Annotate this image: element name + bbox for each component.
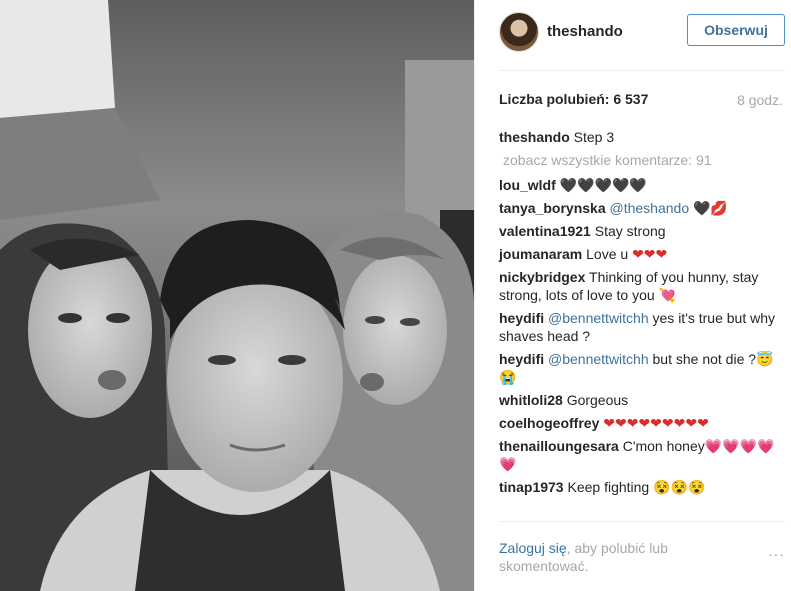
comment-item: tinap1973 Keep fighting 😵😵😵 — [499, 478, 785, 496]
post-header: theshando Obserwuj — [499, 12, 785, 52]
divider — [499, 70, 785, 71]
comment-item: valentina1921 Stay strong — [499, 222, 785, 240]
comment-username[interactable]: tanya_borynska — [499, 200, 606, 216]
post-sidebar: theshando Obserwuj Liczba polubień: 6 53… — [474, 0, 791, 591]
comment-mention[interactable]: @theshando — [610, 200, 690, 216]
comment-username[interactable]: joumanaram — [499, 246, 582, 262]
comment-emoji: 😵😵😵 — [653, 479, 706, 495]
comment-username[interactable]: thenailloungesara — [499, 438, 619, 454]
comment-username[interactable]: nickybridgex — [499, 269, 585, 285]
username-link[interactable]: theshando — [547, 23, 623, 40]
login-link[interactable]: Zaloguj się — [499, 540, 567, 556]
comment-username[interactable]: valentina1921 — [499, 223, 591, 239]
view-all-comments-link[interactable]: zobacz wszystkie komentarze: 91 — [503, 151, 785, 169]
comment-text: C'mon honey — [622, 438, 705, 454]
comment-emoji: 🖤🖤🖤🖤🖤 — [559, 177, 647, 193]
divider — [499, 521, 785, 522]
avatar[interactable] — [499, 12, 539, 52]
comment-text: Keep fighting — [567, 479, 650, 495]
comment-text: but she not die ? — [652, 351, 757, 367]
more-options-icon[interactable]: ··· — [768, 546, 785, 562]
comment-username[interactable]: heydifi — [499, 351, 544, 367]
comment-emoji: ❤❤❤❤❤❤❤❤❤ — [603, 415, 709, 431]
comments-list: theshando Step 3 zobacz wszystkie koment… — [499, 128, 785, 501]
comment-item: lou_wldf 🖤🖤🖤🖤🖤 — [499, 176, 785, 194]
caption-username[interactable]: theshando — [499, 129, 570, 145]
comment-username[interactable]: tinap1973 — [499, 479, 564, 495]
comment-item: tanya_borynska @theshando 🖤💋 — [499, 199, 785, 217]
comment-emoji: ❤❤❤ — [632, 246, 668, 262]
comment-item: heydifi @bennettwitchh yes it's true but… — [499, 309, 785, 345]
comment-item: whitloli28 Gorgeous — [499, 391, 785, 409]
comment-username[interactable]: coelhogeoffrey — [499, 415, 599, 431]
post-photo[interactable] — [0, 0, 474, 591]
comment-emoji: 💘 — [658, 287, 676, 303]
comment-text: Love u — [586, 246, 629, 262]
likes-count[interactable]: Liczba polubień: 6 537 — [499, 91, 648, 107]
timestamp[interactable]: 8 godz. — [737, 92, 783, 108]
caption: theshando Step 3 — [499, 128, 785, 146]
comment-item: thenailloungesara C'mon honey💗💗💗💗💗 — [499, 437, 785, 473]
comment-item: nickybridgex Thinking of you hunny, stay… — [499, 268, 785, 304]
comment-item: coelhogeoffrey ❤❤❤❤❤❤❤❤❤ — [499, 414, 785, 432]
login-prompt: Zaloguj się, aby polubić lub skomentować… — [499, 539, 699, 575]
follow-button[interactable]: Obserwuj — [687, 14, 785, 46]
comment-username[interactable]: heydifi — [499, 310, 544, 326]
comment-item: heydifi @bennettwitchh but she not die ?… — [499, 350, 785, 386]
comment-username[interactable]: lou_wldf — [499, 177, 556, 193]
comment-mention[interactable]: @bennettwitchh — [548, 310, 649, 326]
comment-emoji: 🖤💋 — [693, 200, 728, 216]
caption-text: Step 3 — [573, 129, 615, 145]
photo-image — [0, 0, 474, 591]
comment-text: Stay strong — [594, 223, 666, 239]
comment-username[interactable]: whitloli28 — [499, 392, 563, 408]
comment-item: joumanaram Love u ❤❤❤ — [499, 245, 785, 263]
comment-text: Gorgeous — [566, 392, 629, 408]
comment-mention[interactable]: @bennettwitchh — [548, 351, 649, 367]
